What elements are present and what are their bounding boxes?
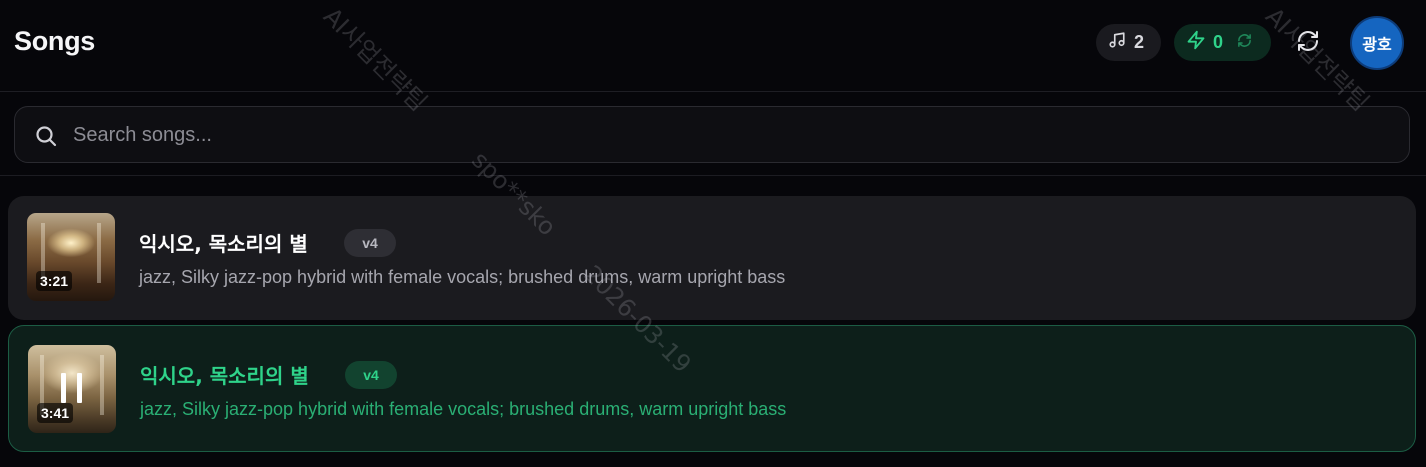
page-title: Songs (14, 26, 96, 56)
refresh-icon (1296, 29, 1320, 58)
lightning-icon (1186, 30, 1206, 55)
song-count: 2 (1134, 32, 1145, 52)
credits-count: 0 (1213, 32, 1224, 52)
search-icon (34, 124, 58, 153)
song-description: jazz, Silky jazz-pop hybrid with female … (139, 267, 786, 287)
refresh-button[interactable] (1294, 29, 1322, 57)
search-bar (14, 106, 1410, 163)
credits-badge[interactable]: 0 (1174, 24, 1271, 61)
music-note-icon (1108, 31, 1126, 54)
version-badge: v4 (344, 229, 396, 257)
version-badge: v4 (345, 361, 397, 389)
user-avatar[interactable]: 광호 (1350, 16, 1404, 70)
header: Songs 2 0 광호 (0, 0, 1426, 92)
song-count-badge: 2 (1096, 24, 1161, 61)
song-row-playing[interactable]: 3:41 익시오, 목소리의 별 v4 jazz, Silky jazz-pop… (8, 325, 1416, 452)
refresh-small-icon[interactable] (1237, 32, 1252, 53)
song-description: jazz, Silky jazz-pop hybrid with female … (140, 399, 787, 419)
songs-app: Songs 2 0 광호 Search songs... 3:21 익시오, 목… (0, 0, 1426, 467)
cover-detail (97, 223, 101, 283)
song-row[interactable]: 3:21 익시오, 목소리의 별 v4 jazz, Silky jazz-pop… (8, 196, 1416, 320)
duration-label: 3:41 (37, 403, 74, 423)
cover-detail (100, 355, 104, 415)
duration-label: 3:21 (36, 271, 73, 291)
song-thumbnail[interactable]: 3:21 (27, 213, 115, 301)
divider (0, 175, 1426, 176)
song-title: 익시오, 목소리의 별 (140, 364, 309, 388)
song-title: 익시오, 목소리의 별 (139, 232, 308, 256)
search-input[interactable] (73, 117, 1373, 153)
pause-icon[interactable] (57, 373, 87, 403)
song-thumbnail[interactable]: 3:41 (28, 345, 116, 433)
